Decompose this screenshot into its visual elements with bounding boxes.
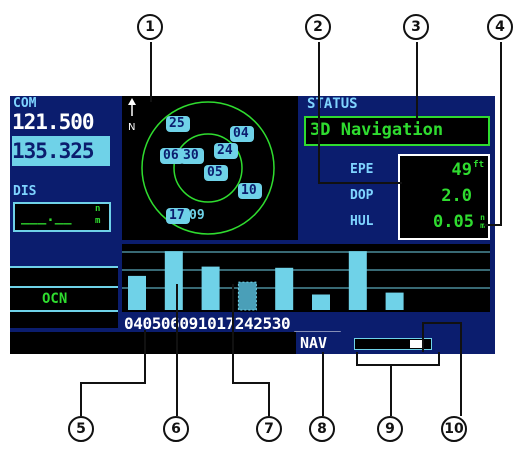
- leader-line-2b: [318, 182, 402, 184]
- leader-line-8: [322, 352, 324, 416]
- callout-1: 1: [137, 14, 163, 40]
- signal-bar: [385, 292, 404, 310]
- accuracy-panel: 49 ft 2.0 0.05 nm: [398, 154, 490, 240]
- leader-line-1: [150, 42, 152, 102]
- ocn-field: OCN: [10, 286, 118, 312]
- page-indicator-current: [410, 340, 422, 348]
- signal-bar: [275, 267, 294, 310]
- gps-status-screen: COM 121.500 135.325 DIS ___.__ n m OCN N…: [10, 96, 495, 354]
- callout-2: 2: [305, 14, 331, 40]
- satellite-prn-label: 17: [169, 208, 185, 223]
- satellite-prn-label: 09: [189, 208, 205, 223]
- dis-label: DIS: [13, 184, 37, 199]
- satellite-25: 25: [166, 116, 190, 132]
- com-active-frequency[interactable]: 121.500: [12, 110, 95, 134]
- satellite-prn-label: 10: [241, 183, 257, 198]
- satellite-prn-label: 05: [207, 165, 223, 180]
- satellite-sky-view: N 25 04 06 30 24 05 10 17 09: [122, 96, 298, 240]
- leader-line-10c: [422, 322, 424, 352]
- dis-unit-m: m: [95, 216, 101, 226]
- signal-bar: [164, 251, 183, 310]
- leader-line-9d: [390, 364, 392, 416]
- leader-line-3: [416, 42, 418, 118]
- satellite-prn-label: 25: [169, 116, 185, 131]
- leader-line-9b: [356, 364, 440, 366]
- signal-prn-dashes: _____: [294, 314, 341, 333]
- leader-line-4b: [484, 224, 502, 226]
- signal-bar: [201, 266, 220, 310]
- leader-line-7a: [232, 284, 234, 384]
- leader-line-5c: [144, 330, 146, 384]
- north-arrow-icon: [128, 98, 136, 105]
- navigation-mode-field: 3D Navigation: [304, 116, 490, 146]
- dis-field: ___.__ n m: [13, 202, 111, 232]
- satellite-prn-label: 04: [233, 126, 249, 141]
- epe-unit: ft: [473, 160, 484, 170]
- navigation-mode-value: 3D Navigation: [310, 120, 444, 140]
- epe-value: 49: [451, 160, 472, 180]
- signal-bar: [237, 281, 257, 311]
- page-indicator: [354, 338, 432, 350]
- dop-label: DOP: [350, 188, 374, 203]
- com-panel: COM 121.500 135.325: [10, 96, 114, 174]
- satellite-04: 04: [230, 126, 254, 142]
- status-title: STATUS: [307, 96, 358, 112]
- hul-value: 0.05: [433, 212, 474, 232]
- satellite-09: 09: [186, 208, 210, 224]
- hul-label: HUL: [350, 214, 374, 229]
- callout-3: 3: [403, 14, 429, 40]
- dis-value: ___.__: [21, 209, 72, 225]
- satellite-prn-label: 30: [183, 148, 199, 163]
- callout-8: 8: [309, 416, 335, 442]
- leader-line-2a: [318, 42, 320, 182]
- callout-6: 6: [163, 416, 189, 442]
- leader-line-10a: [422, 322, 462, 324]
- callout-10: 10: [441, 416, 467, 442]
- satellite-10: 10: [238, 183, 262, 199]
- satellite-prn-label: 24: [217, 143, 233, 158]
- ocn-label: OCN: [42, 291, 68, 307]
- lower-left-divider: [10, 266, 118, 268]
- leader-line-5b: [80, 382, 146, 384]
- signal-bar: [312, 294, 330, 310]
- dis-unit-n: n: [95, 204, 101, 214]
- leader-line-10b: [460, 322, 462, 416]
- com-standby-frequency[interactable]: 135.325: [12, 136, 110, 166]
- callout-5: 5: [68, 416, 94, 442]
- satellite-30: 30: [180, 148, 204, 164]
- leader-line-9c: [438, 352, 440, 366]
- callout-7: 7: [256, 416, 282, 442]
- signal-prn-labels: 040506091017242530: [124, 314, 291, 333]
- leader-line-7b: [232, 382, 270, 384]
- callout-4: 4: [487, 14, 513, 40]
- north-label: N: [128, 122, 135, 133]
- hul-unit: nm: [480, 213, 485, 230]
- leader-line-4a: [500, 42, 502, 226]
- signal-bar: [128, 275, 146, 310]
- lower-left-panel: OCN: [10, 266, 118, 328]
- satellite-24: 24: [214, 143, 238, 159]
- nav-mode-label: NAV: [300, 334, 328, 352]
- leader-line-6: [176, 284, 178, 416]
- callout-9: 9: [377, 416, 403, 442]
- satellite-05: 05: [204, 165, 228, 181]
- leader-line-5a: [80, 382, 82, 416]
- dop-value: 2.0: [441, 186, 472, 206]
- leader-line-7c: [268, 382, 270, 416]
- signal-bar: [348, 251, 367, 310]
- dis-panel: DIS ___.__ n m: [10, 184, 118, 240]
- satellite-prn-label: 06: [163, 148, 179, 163]
- com-label: COM: [13, 96, 37, 111]
- epe-label: EPE: [350, 162, 374, 177]
